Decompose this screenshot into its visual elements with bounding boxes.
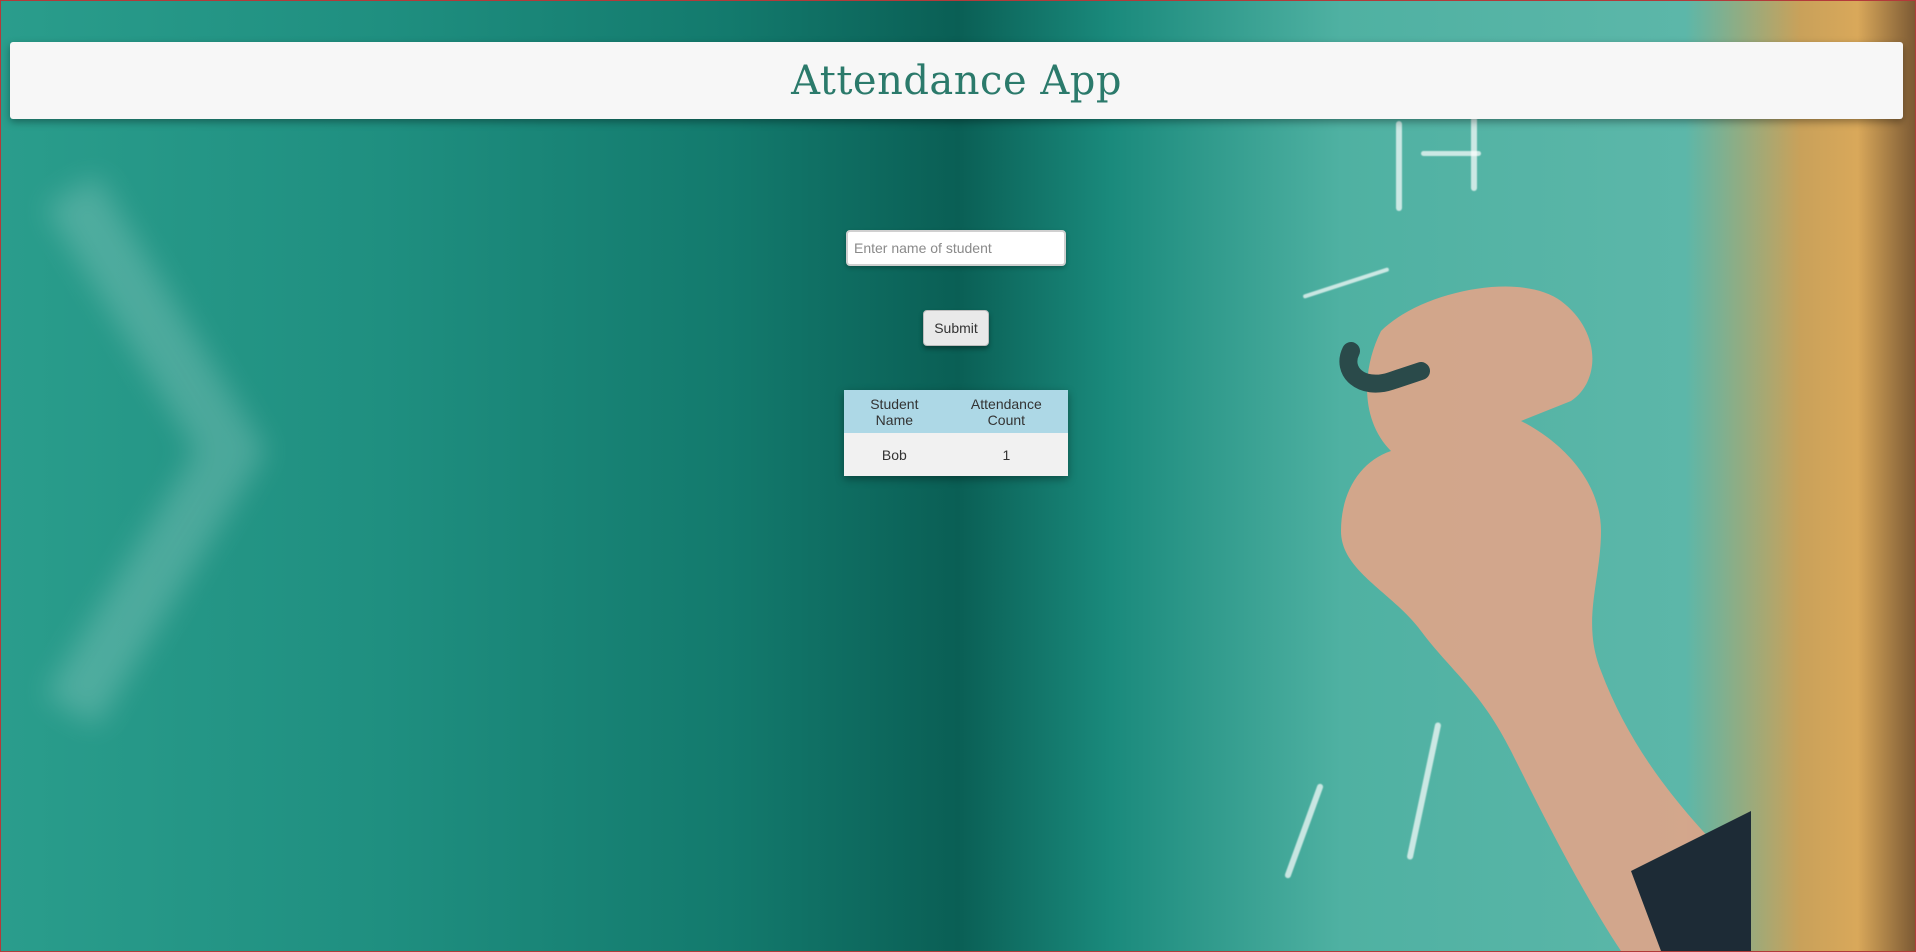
chalk-mark <box>1396 121 1402 211</box>
student-name-input[interactable] <box>846 230 1066 266</box>
attendance-table-container: Student Name Attendance Count Bob 1 <box>844 390 1068 476</box>
submit-button[interactable]: Submit <box>923 310 989 346</box>
background-chalkboard-image <box>0 0 1916 952</box>
hand-illustration <box>1339 286 1751 951</box>
column-header-student-name: Student Name <box>870 395 919 428</box>
attendance-count-cell: 1 <box>1002 446 1011 463</box>
chalk-mark <box>1471 111 1477 191</box>
page-title: Attendance App <box>791 57 1122 104</box>
attendance-table: Student Name Attendance Count Bob 1 <box>844 390 1068 476</box>
background-blur-decoration <box>45 175 267 727</box>
table-header-row: Student Name Attendance Count <box>844 390 1068 433</box>
app-header: Attendance App <box>10 42 1903 119</box>
student-name-cell: Bob <box>881 446 907 463</box>
column-header-attendance-count: Attendance Count <box>970 395 1042 428</box>
table-row: Bob 1 <box>844 433 1068 476</box>
